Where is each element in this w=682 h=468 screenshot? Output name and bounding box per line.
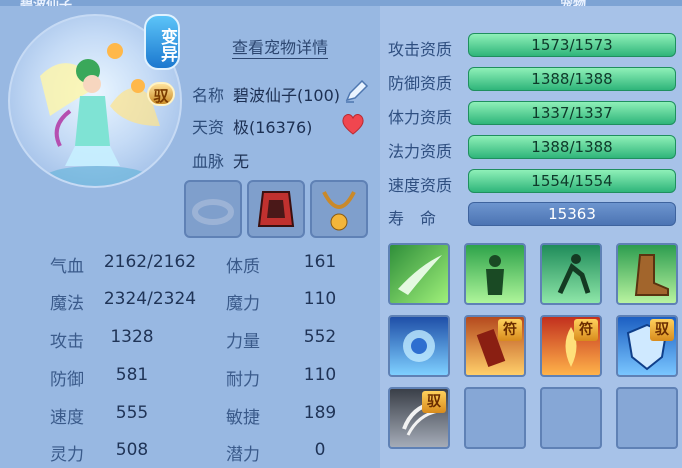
bloodline-label: 血脉 (192, 152, 225, 171)
stat-value-defense: 581 (115, 365, 149, 385)
stat-value-hp: 2162/2162 (103, 252, 197, 272)
view-pet-details-link[interactable]: 查看宠物详情 (232, 34, 329, 59)
skill-slot-empty-1[interactable] (464, 387, 526, 449)
stat-label-hp: 气血 (50, 257, 84, 277)
stat-value-speed: 555 (115, 403, 149, 423)
stat-label-spirit: 灵力 (50, 445, 84, 465)
aptitude-bar-defense: 1388/1388 (468, 67, 676, 91)
green-aura-skill-icon (486, 255, 504, 295)
boot-skill-icon (634, 254, 669, 296)
name-label: 名称 (192, 86, 225, 105)
attr-label-potential: 潜力 (226, 445, 260, 465)
necklace-icon (322, 191, 356, 231)
skill-slot-7[interactable]: 符 (540, 315, 602, 377)
variant-badge: 变异 (144, 14, 180, 70)
skill-slot-2[interactable] (464, 243, 526, 305)
skill-slot-1[interactable] (388, 243, 450, 305)
stat-label-speed: 速度 (50, 408, 84, 428)
water-spirit-skill-icon (403, 330, 435, 362)
equipment-slot-necklace[interactable] (310, 180, 368, 238)
attr-label-strength: 力量 (226, 332, 260, 352)
aptitude-bar-speed: 1554/1554 (468, 169, 676, 193)
attr-label-magic: 魔力 (226, 294, 260, 314)
attr-value-constitution: 161 (303, 252, 337, 272)
attr-value-endurance: 110 (303, 365, 337, 385)
rename-pen-icon[interactable] (342, 78, 370, 106)
skill-tag-6: 符 (498, 319, 522, 341)
attr-value-agility: 189 (303, 403, 337, 423)
attr-label-endurance: 耐力 (226, 370, 260, 390)
aptitude-bar-stamina: 1337/1337 (468, 101, 676, 125)
talent-label: 天资 (192, 118, 225, 137)
skill-slot-3[interactable] (540, 243, 602, 305)
skill-slot-empty-3[interactable] (616, 387, 678, 449)
armor-icon (257, 191, 295, 227)
name-value: 碧波仙子(100) (233, 86, 341, 105)
attr-label-agility: 敏捷 (226, 408, 260, 428)
lifespan-label: 寿 命 (388, 209, 437, 228)
skill-slot-empty-2[interactable] (540, 387, 602, 449)
aptitude-label-speed: 速度资质 (388, 176, 453, 195)
talent-value: 极(16376) (233, 118, 313, 137)
aptitude-label-attack: 攻击资质 (388, 40, 453, 59)
stat-value-mp: 2324/2324 (103, 289, 197, 309)
bloodline-value: 无 (233, 152, 250, 171)
attr-label-constitution: 体质 (226, 257, 260, 277)
skill-slot-6[interactable]: 符 (464, 315, 526, 377)
stat-label-defense: 防御 (50, 370, 84, 390)
attr-value-magic: 110 (303, 289, 337, 309)
aptitude-label-stamina: 体力资质 (388, 108, 453, 127)
skill-slot-9[interactable]: 驭 (388, 387, 450, 449)
aptitude-bar-magic: 1388/1388 (468, 135, 676, 159)
stat-value-spirit: 508 (115, 440, 149, 460)
attr-value-strength: 552 (303, 327, 337, 347)
stat-label-mp: 魔法 (50, 294, 84, 314)
collar-icon (192, 199, 234, 225)
skill-slot-5[interactable] (388, 315, 450, 377)
heart-icon[interactable] (340, 112, 366, 136)
wind-blade-skill-icon (398, 255, 442, 295)
attr-value-potential: 0 (314, 440, 326, 460)
aptitude-label-magic: 法力资质 (388, 142, 453, 161)
rune-badge: 驭 (147, 82, 175, 106)
dash-skill-icon (557, 254, 591, 295)
skill-tag-9: 驭 (422, 391, 446, 413)
skill-slot-8[interactable]: 驭 (616, 315, 678, 377)
skill-tag-7: 符 (574, 319, 598, 341)
lifespan-bar: 15363 (468, 202, 676, 226)
stat-label-attack: 攻击 (50, 332, 84, 352)
stat-value-attack: 1328 (110, 327, 154, 347)
aptitude-label-defense: 防御资质 (388, 74, 453, 93)
equipment-slot-armor[interactable] (247, 180, 305, 238)
aptitude-bar-attack: 1573/1573 (468, 33, 676, 57)
skill-slot-4[interactable] (616, 243, 678, 305)
equipment-slot-collar[interactable] (184, 180, 242, 238)
skill-tag-8: 驭 (650, 319, 674, 341)
